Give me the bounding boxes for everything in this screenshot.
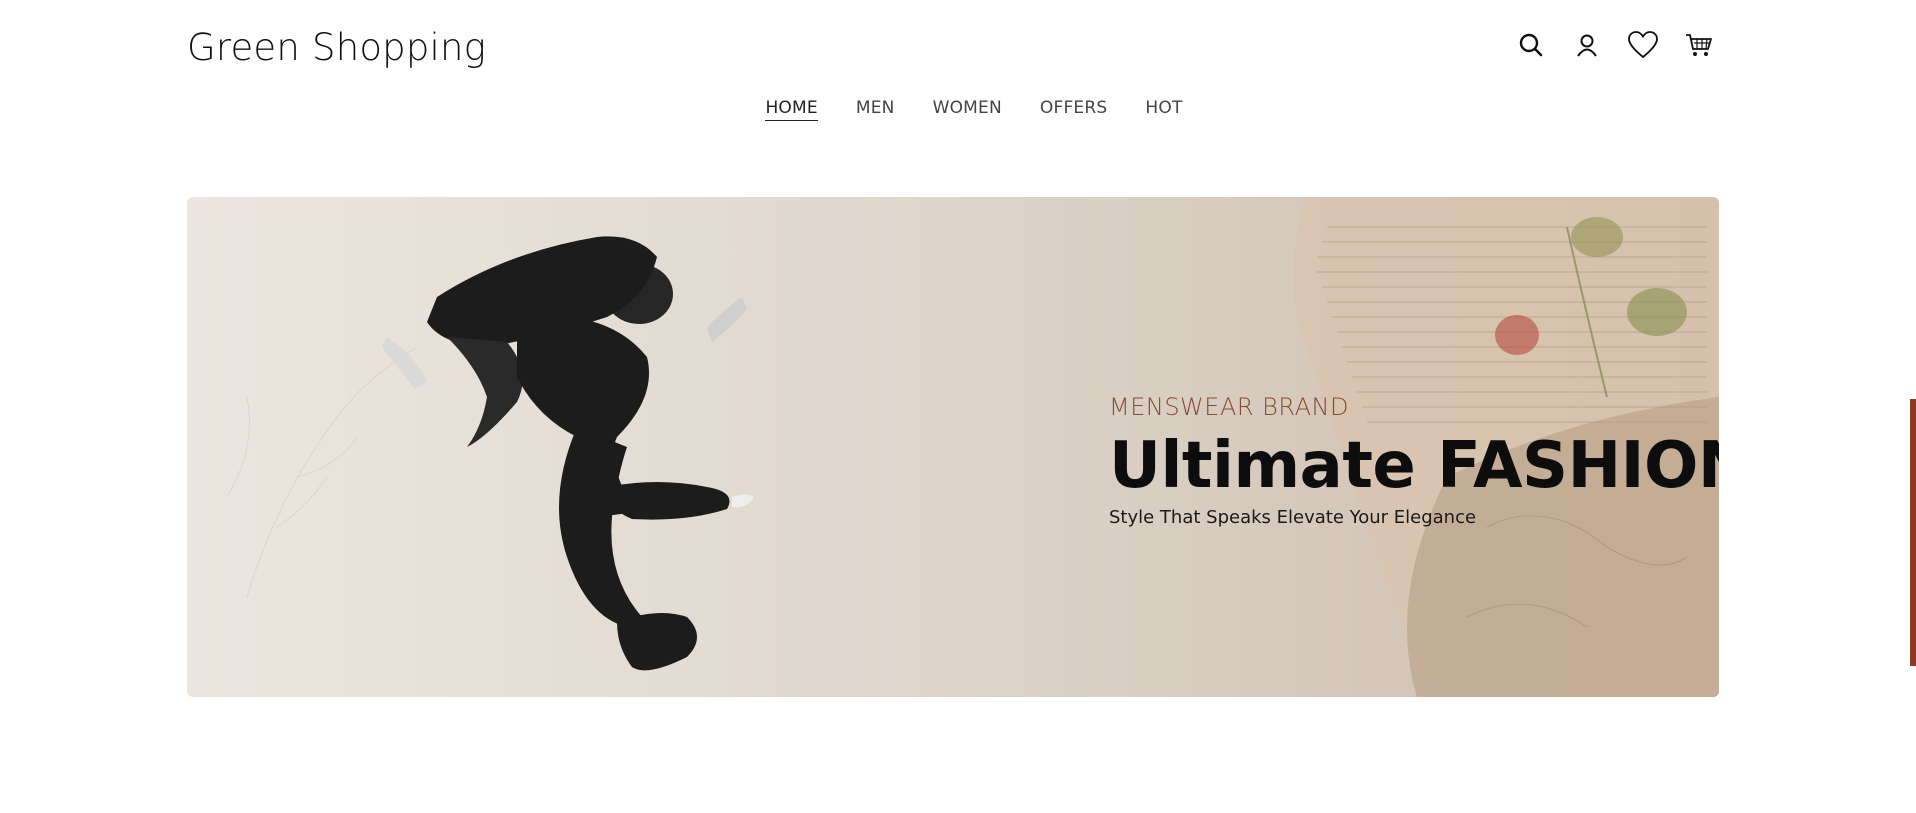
hero-tagline: MENSWEAR BRAND [1109, 393, 1349, 421]
heart-icon[interactable] [1628, 30, 1658, 60]
nav-item-women[interactable]: WOMEN [933, 98, 1002, 121]
hero-banner[interactable]: MENSWEAR BRAND Ultimate FASHION Style Th… [187, 197, 1719, 697]
brand-logo[interactable]: Green Shopping [187, 26, 486, 69]
model-figure [382, 236, 754, 671]
hero-text: MENSWEAR BRAND Ultimate FASHION Style Th… [1109, 393, 1719, 528]
cart-icon[interactable] [1684, 30, 1714, 60]
nav-item-offers[interactable]: OFFERS [1040, 98, 1107, 121]
nav-item-home[interactable]: HOME [765, 98, 818, 121]
side-accent-bar[interactable] [1910, 399, 1916, 666]
nav-item-hot[interactable]: HOT [1145, 98, 1182, 121]
nav-item-men[interactable]: MEN [856, 98, 895, 121]
hero-headline: Ultimate FASHION [1109, 429, 1719, 503]
user-icon[interactable] [1572, 30, 1602, 60]
main-nav: HOME MEN WOMEN OFFERS HOT [0, 98, 1916, 121]
search-icon[interactable] [1516, 30, 1546, 60]
hero-subline: Style That Speaks Elevate Your Elegance [1109, 507, 1477, 528]
header-icons [1516, 30, 1714, 60]
